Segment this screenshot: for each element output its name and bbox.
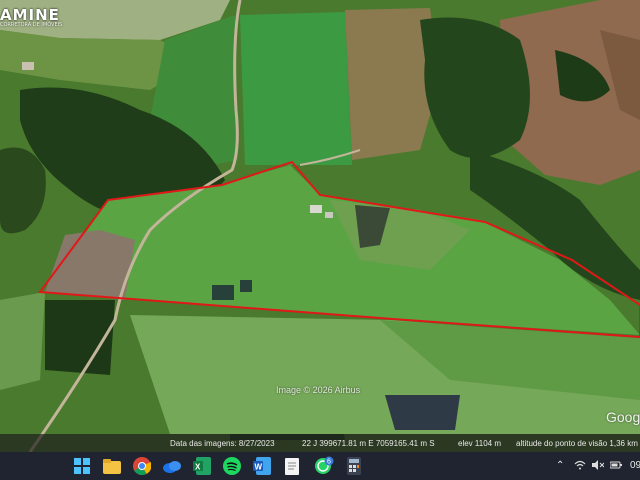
whatsapp-icon[interactable]: 6: [314, 456, 334, 476]
calculator-icon[interactable]: [344, 456, 364, 476]
eye-altitude-readout: altitude do ponto de visão 1,36 km: [516, 438, 638, 448]
imagery-credit: Image © 2026 Airbus: [276, 385, 361, 395]
svg-text:6: 6: [327, 459, 331, 466]
spotify-icon[interactable]: [222, 456, 242, 476]
google-logo: Google: [606, 409, 640, 425]
word-icon[interactable]: W: [252, 456, 272, 476]
excel-icon[interactable]: X: [192, 456, 212, 476]
windows-start-icon[interactable]: [72, 456, 92, 476]
svg-text:X: X: [195, 463, 201, 472]
clock[interactable]: 09: [630, 460, 640, 471]
battery-icon[interactable]: [609, 460, 622, 473]
svg-text:W: W: [255, 463, 263, 472]
chevron-up-icon[interactable]: ⌃: [556, 460, 564, 471]
elevation-readout: elev 1104 m: [458, 438, 501, 448]
status-bar: Data das imagens: 8/27/2023 22 J 399671.…: [0, 434, 640, 452]
chrome-icon[interactable]: [132, 456, 152, 476]
coordinates-readout: 22 J 399671.81 m E 7059165.41 m S: [302, 438, 435, 448]
imagery-date: Data das imagens: 8/27/2023: [170, 438, 275, 448]
volume-muted-icon[interactable]: [592, 460, 605, 473]
onedrive-icon[interactable]: [162, 456, 182, 476]
map-viewport[interactable]: AMINE CORRETORA DE IMÓVEIS Image © 2026 A…: [0, 0, 640, 452]
notepad-icon[interactable]: [282, 456, 302, 476]
file-explorer-icon[interactable]: [102, 456, 122, 476]
agency-logo: AMINE CORRETORA DE IMÓVEIS: [0, 6, 63, 28]
wifi-icon[interactable]: [574, 460, 586, 473]
